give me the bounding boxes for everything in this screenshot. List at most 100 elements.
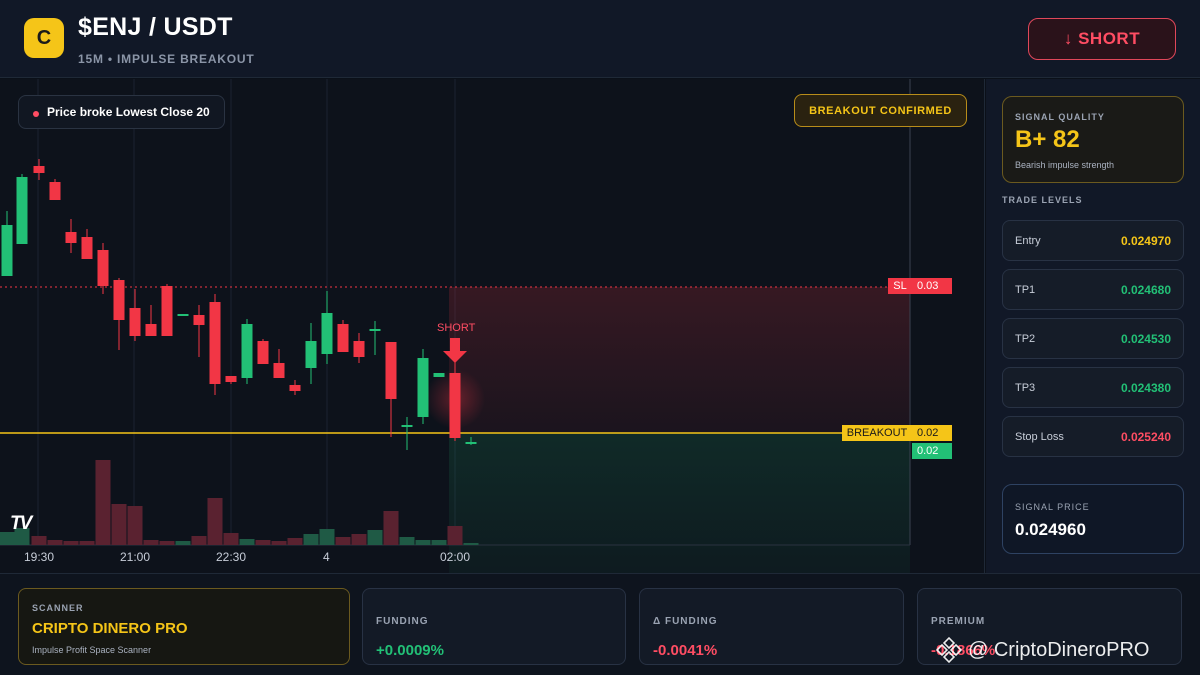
- current-price-value: 0.02: [912, 443, 952, 459]
- volume-bar: [79, 541, 95, 545]
- premium-label: PREMIUM: [931, 616, 986, 627]
- short-marker-label: SHORT: [437, 322, 476, 334]
- volume-bar: [351, 534, 367, 545]
- time-label: 19:30: [24, 550, 55, 564]
- signal-panel: SIGNAL QUALITY B+ 82 Bearish impulse str…: [986, 79, 1200, 573]
- scanner-label: SCANNER: [32, 603, 84, 613]
- time-label: 21:00: [120, 550, 151, 564]
- breakout-price-value: 0.02: [912, 425, 952, 441]
- candle-body: [193, 315, 205, 325]
- level-name: TP2: [1015, 333, 1036, 345]
- candle-body: [161, 286, 173, 336]
- volume-bar: [63, 541, 79, 545]
- volume-bar: [383, 511, 399, 545]
- funding-card: FUNDING +0.0009%: [362, 588, 626, 665]
- level-name: TP1: [1015, 284, 1036, 296]
- pair-title: $ENJ / USDT: [78, 13, 233, 41]
- candle-body: [1, 225, 13, 276]
- level-value: 0.024680: [1120, 283, 1171, 297]
- volume-bar: [255, 540, 271, 545]
- risk-zone: [449, 287, 910, 433]
- short-button[interactable]: ↓ SHORT: [1028, 18, 1176, 60]
- candle-body: [97, 250, 109, 286]
- candle-body: [369, 329, 381, 331]
- signal-quality-value: B+ 82: [1015, 126, 1080, 153]
- volume-bar: [239, 539, 255, 545]
- candle-body: [65, 232, 77, 243]
- candle-body: [33, 166, 45, 173]
- candle-body: [337, 324, 349, 352]
- level-name: Entry: [1015, 235, 1041, 247]
- signal-quality-card: SIGNAL QUALITY B+ 82 Bearish impulse str…: [1002, 96, 1184, 183]
- candle-body: [241, 324, 253, 378]
- volume-bar: [335, 537, 351, 545]
- timeframe-subtitle: 15M • IMPULSE BREAKOUT: [78, 52, 255, 66]
- volume-bars: [0, 460, 479, 545]
- level-value: 0.025240: [1120, 430, 1171, 444]
- candle-body: [465, 442, 477, 444]
- candle-body: [177, 314, 189, 316]
- level-name: Stop Loss: [1015, 431, 1064, 443]
- candle-body: [353, 341, 365, 357]
- volume-bar: [223, 533, 239, 545]
- level-value: 0.024530: [1120, 332, 1171, 346]
- volume-bar: [415, 540, 431, 545]
- volume-bar: [463, 543, 479, 545]
- watermark: @ CriptoDineroPRO: [936, 637, 1149, 663]
- signal-quality-label: SIGNAL QUALITY: [1015, 112, 1105, 122]
- candle-body: [209, 302, 221, 384]
- volume-bar: [303, 534, 319, 545]
- signal-price-value: 0.024960: [1015, 520, 1086, 539]
- candle-body: [417, 358, 429, 417]
- level-value: 0.024970: [1120, 234, 1171, 248]
- candle-body: [385, 342, 397, 399]
- signal-price-card: SIGNAL PRICE 0.024960: [1002, 484, 1184, 554]
- breakout-price-tag: BREAKOUT: [842, 425, 912, 441]
- candle-body: [433, 373, 445, 377]
- volume-bar: [447, 526, 463, 545]
- candle-body: [145, 324, 157, 336]
- breakout-condition-text: Price broke Lowest Close 20: [47, 105, 210, 119]
- level-value: 0.024380: [1120, 381, 1171, 395]
- volume-bar: [95, 460, 111, 545]
- volume-bar: [127, 506, 143, 545]
- volume-bar: [287, 538, 303, 545]
- volume-bar: [111, 504, 127, 545]
- scanner-description: Impulse Profit Space Scanner: [32, 645, 152, 655]
- binance-icon: [936, 637, 962, 663]
- sl-price-value: 0.03: [912, 278, 952, 294]
- scanner-card: SCANNER CRIPTO DINERO PRO Impulse Profit…: [18, 588, 350, 665]
- level-row-entry: Entry 0.024970: [1002, 220, 1184, 261]
- volume-bar: [207, 498, 223, 545]
- candle-body: [401, 425, 413, 427]
- price-chart[interactable]: Price broke Lowest Close 20 BREAKOUT CON…: [0, 79, 985, 573]
- candle-body: [81, 237, 93, 259]
- volume-bar: [367, 530, 383, 545]
- watermark-text: @ CriptoDineroPRO: [968, 638, 1150, 661]
- breakout-condition-pill: Price broke Lowest Close 20: [18, 95, 225, 129]
- candle-body: [129, 308, 141, 336]
- volume-bar: [47, 540, 63, 545]
- funding-value: +0.0009%: [376, 642, 444, 659]
- candle-body: [113, 280, 125, 320]
- signal-quality-description: Bearish impulse strength: [1015, 160, 1115, 170]
- candle-body: [16, 177, 28, 244]
- candle-body: [305, 341, 317, 368]
- delta-funding-label: Δ FUNDING: [653, 616, 718, 627]
- scanner-name: CRIPTO DINERO PRO: [32, 620, 188, 637]
- volume-bar: [159, 541, 175, 545]
- candle-body: [289, 385, 301, 391]
- delta-funding-value: -0.0041%: [653, 642, 718, 659]
- chart-canvas[interactable]: [0, 79, 985, 573]
- funding-label: FUNDING: [376, 616, 429, 627]
- volume-bar: [431, 540, 447, 545]
- time-label: 4: [323, 550, 330, 564]
- time-label: 02:00: [440, 550, 471, 564]
- reward-zone: [449, 433, 910, 573]
- level-row-tp1: TP1 0.024680: [1002, 269, 1184, 310]
- tradingview-logo: TV: [10, 513, 32, 534]
- level-row-tp3: TP3 0.024380: [1002, 367, 1184, 408]
- sl-price-tag: SL: [888, 278, 912, 294]
- volume-bar: [175, 541, 191, 545]
- bottom-stats-bar: SCANNER CRIPTO DINERO PRO Impulse Profit…: [0, 573, 1200, 675]
